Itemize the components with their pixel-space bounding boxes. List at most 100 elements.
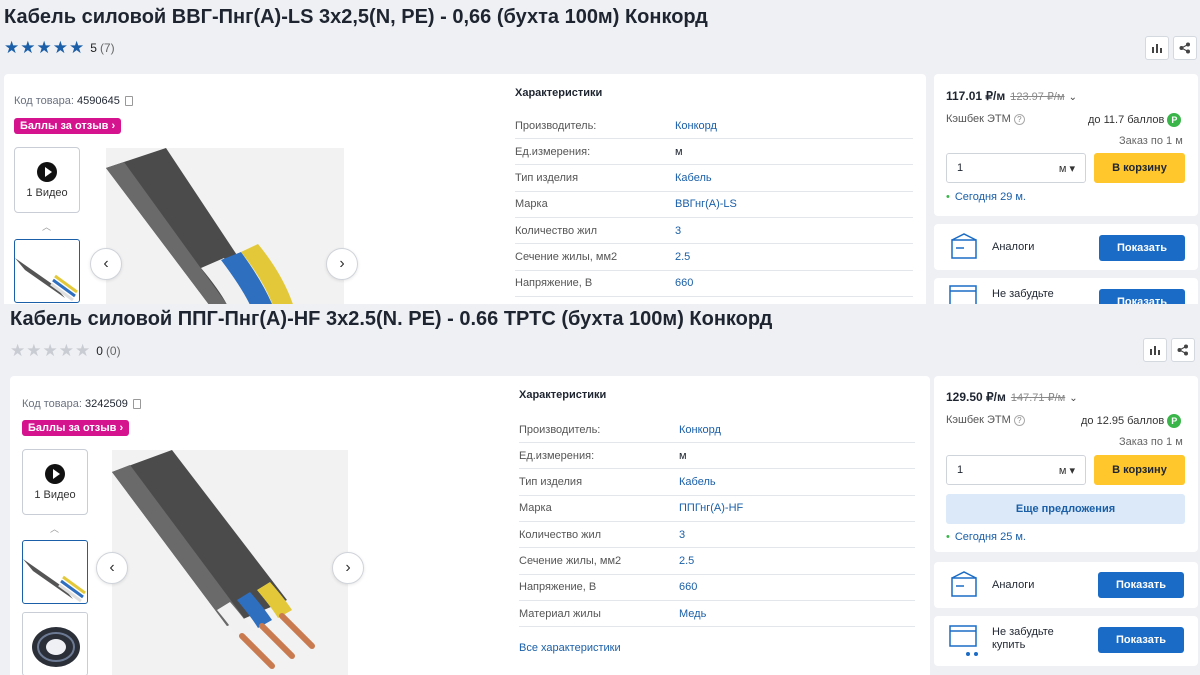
characteristic-value[interactable]: 2.5 [675,251,690,263]
share-button[interactable] [1173,36,1197,60]
characteristic-value[interactable]: ППГнг(А)-HF [679,502,743,514]
video-button[interactable]: 1 Видео [14,147,80,213]
characteristic-value[interactable]: 660 [675,277,693,289]
copy-icon[interactable] [124,96,133,107]
characteristic-row: Напряжение, В 660 [515,271,913,297]
price[interactable]: 117.01 ₽/м 123.97 ₽/м ⌄ [946,89,1077,103]
product-photo[interactable] [112,450,348,675]
show-analogs-button[interactable]: Показать [1098,572,1184,598]
chevron-down-icon: ⌄ [1068,92,1077,103]
share-button[interactable] [1171,338,1195,362]
chart-icon [1152,44,1162,53]
characteristic-key: Тип изделия [515,172,579,185]
prev-image-button[interactable]: ‹ [96,552,128,584]
characteristic-value[interactable]: ВВГнг(А)-LS [675,198,737,210]
points-icon: Р [1167,113,1182,127]
star-icon: ★ [10,341,26,360]
video-label: 1 Видео [34,489,76,501]
cable-coil-image [32,627,80,667]
characteristic-row: Производитель: Конкорд [519,417,915,443]
characteristic-value[interactable]: Медь [679,608,706,620]
characteristic-value[interactable]: Конкорд [679,424,721,436]
chevron-up-icon[interactable]: ︿ [50,522,59,535]
quantity-value: 1 [957,162,964,174]
browser-cart-icon [949,625,978,656]
compare-button[interactable] [1145,36,1169,60]
star-icon: ★ [42,341,58,360]
chevron-down-icon: ⌄ [1069,393,1078,404]
characteristic-row: Ед.измерения: м [519,443,915,470]
order-note: Заказ по 1 м [1119,436,1183,448]
next-image-button[interactable]: › [332,552,364,584]
characteristic-row: Марка ВВГнг(А)-LS [515,192,913,218]
characteristic-value[interactable]: Кабель [675,172,712,184]
characteristic-key: Марка [519,502,552,515]
quantity-value: 1 [957,464,964,476]
characteristic-value[interactable]: 3 [675,225,681,237]
page-title: Кабель силовой ВВГ-Пнг(А)-LS 3х2,5(N, PE… [4,6,708,28]
product-photo[interactable] [106,148,344,304]
cashback-points: до 11.7 баллов Р [1088,113,1182,127]
characteristic-value[interactable]: 3 [679,529,685,541]
characteristic-row: Количество жил 3 [515,218,913,245]
characteristic-row: Количество жил 3 [519,522,915,549]
reminder-card: Не забудьте Показать [934,278,1198,304]
characteristic-value[interactable]: Конкорд [675,120,717,132]
unit-select[interactable]: м ▾ [1059,464,1075,477]
characteristic-key: Сечение жилы, мм2 [515,251,618,263]
rating-value: 5 [90,40,97,55]
characteristic-key: Материал жилы [519,607,601,620]
box-icon [951,571,977,597]
add-to-cart-button[interactable]: В корзину [1094,153,1185,183]
video-button[interactable]: 1 Видео [22,449,88,515]
rating-count[interactable]: (0) [106,344,121,358]
info-icon[interactable]: ? [1013,113,1025,125]
characteristic-value[interactable]: 2.5 [679,555,694,567]
characteristic-key: Количество жил [519,528,602,541]
cable-thumbnail-image [23,559,86,603]
rating[interactable]: ★ ★ ★ ★ ★ 0 (0) [10,342,121,359]
characteristic-value: м [675,145,683,158]
characteristics-title: Характеристики [519,389,607,401]
star-icon: ★ [20,38,36,57]
show-reminder-button[interactable]: Показать [1098,627,1184,653]
info-icon[interactable]: ? [1013,414,1025,426]
characteristic-value[interactable]: Кабель [679,476,716,488]
chevron-up-icon[interactable]: ︿ [42,220,51,233]
next-image-button[interactable]: › [326,248,358,280]
compare-button[interactable] [1143,338,1167,362]
unit-select[interactable]: м ▾ [1059,162,1075,175]
characteristic-key: Сечение жилы, мм2 [519,555,622,567]
all-characteristics-link[interactable]: Все характеристики [519,642,621,654]
rating[interactable]: ★ ★ ★ ★ ★ 5 (7) [4,39,115,56]
review-points-badge[interactable]: Баллы за отзыв › [14,118,122,134]
review-points-badge[interactable]: Баллы за отзыв › [22,420,130,436]
add-to-cart-button[interactable]: В корзину [1094,455,1185,485]
share-icon [1179,42,1190,54]
thumbnail-cable[interactable] [22,540,88,604]
rating-count[interactable]: (7) [100,41,115,55]
prev-image-button[interactable]: ‹ [90,248,122,280]
characteristic-key: Количество жил [515,224,598,237]
price[interactable]: 129.50 ₽/м 147.71 ₽/м ⌄ [946,390,1078,404]
copy-icon[interactable] [132,399,141,410]
thumbnail-cable[interactable] [14,239,80,303]
page-title: Кабель силовой ППГ-Пнг(А)-HF 3х2.5(N. PE… [10,308,773,330]
share-icon [1177,344,1188,356]
old-price: 147.71 ₽/м [1010,392,1066,404]
quantity-input[interactable]: 1 м ▾ [946,455,1086,485]
more-offers-button[interactable]: Еще предложения [946,494,1185,524]
characteristic-row: Сечение жилы, мм2 2.5 [515,245,913,271]
reminder-card: Не забудьте купить Показать [934,616,1198,666]
star-icon: ★ [75,341,91,360]
characteristic-row: Сечение жилы, мм2 2.5 [519,549,915,575]
characteristic-value[interactable]: 660 [679,581,697,593]
thumbnail-coil[interactable] [22,612,88,675]
show-reminder-button[interactable]: Показать [1099,289,1185,304]
characteristic-row: Напряжение, В 660 [519,575,915,601]
show-analogs-button[interactable]: Показать [1099,235,1185,261]
current-price: 117.01 ₽/м [946,89,1006,103]
reminder-label: Не забудьте купить [992,626,1054,651]
current-price: 129.50 ₽/м [946,390,1006,404]
quantity-input[interactable]: 1 м ▾ [946,153,1086,183]
